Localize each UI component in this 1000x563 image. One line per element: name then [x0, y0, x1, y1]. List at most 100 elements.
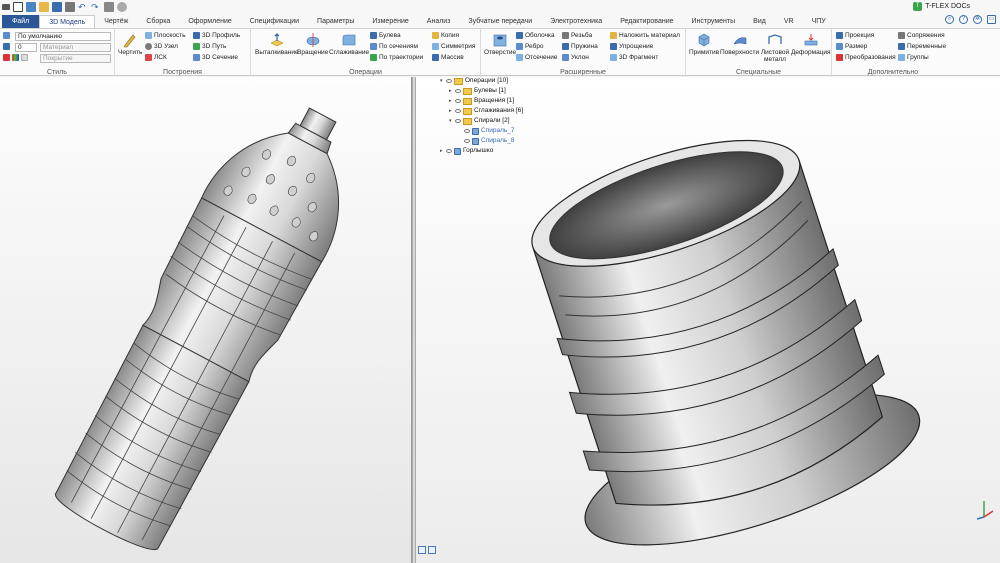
undo-icon[interactable]: ↶	[78, 2, 88, 12]
bottle-model[interactable]	[0, 77, 412, 563]
tab-4[interactable]: Оформление	[179, 15, 240, 28]
primitives-button[interactable]: Примитив	[689, 32, 719, 56]
tree-item[interactable]: ▸ Горлышко	[440, 146, 523, 156]
symmetry-button[interactable]: Симметрия	[432, 43, 475, 50]
transform-button[interactable]: Преобразования	[836, 54, 896, 61]
color-icons[interactable]	[3, 54, 28, 61]
visibility-icon[interactable]	[464, 139, 470, 143]
draw-button[interactable]: Чертить	[118, 32, 142, 56]
tab-15[interactable]: ЧПУ	[803, 15, 835, 28]
coating-combo[interactable]: Покрытие	[40, 54, 111, 63]
tab-9[interactable]: Зубчатые передачи	[459, 15, 541, 28]
simplify-button[interactable]: Упрощение	[610, 43, 653, 50]
sections-button[interactable]: По сечениям	[370, 43, 418, 50]
tree-item[interactable]: ▸ Вращения [1]	[440, 96, 523, 106]
layout-split-icon[interactable]	[428, 546, 436, 554]
material-combo[interactable]: Материал	[40, 43, 111, 52]
cut-button[interactable]: Отсечение	[516, 54, 557, 61]
style-preset-icon[interactable]	[3, 32, 10, 39]
spring-button[interactable]: Пружина	[562, 43, 598, 50]
tab-13[interactable]: Вид	[744, 15, 775, 28]
section3d-button[interactable]: 3D Сечение	[193, 54, 238, 61]
plane-button[interactable]: Плоскость	[145, 32, 186, 39]
tree-item-label: Булевы [1]	[474, 87, 506, 94]
tab-5[interactable]: Спецификации	[241, 15, 308, 28]
tree-item[interactable]: ▾ Операции [10]	[440, 76, 523, 86]
save-icon[interactable]	[52, 2, 62, 12]
deform-button[interactable]: Деформация	[791, 32, 831, 56]
tab-14[interactable]: VR	[775, 15, 803, 28]
visibility-icon[interactable]	[455, 119, 461, 123]
tree-item[interactable]: Спираль_8	[440, 136, 523, 146]
rib-button[interactable]: Ребро	[516, 43, 544, 50]
boolean-button[interactable]: Булева	[370, 32, 401, 39]
surfaces-button[interactable]: Поверхности	[720, 32, 759, 56]
gear-icon[interactable]: ✲	[973, 15, 982, 24]
spring-label: Пружина	[571, 43, 598, 50]
tab-3[interactable]: Сборка	[137, 15, 179, 28]
apply-material-button[interactable]: Наложить материал	[610, 32, 680, 39]
profile3d-button[interactable]: 3D Профиль	[193, 32, 240, 39]
shell-button[interactable]: Оболочка	[516, 32, 555, 39]
visibility-icon[interactable]	[455, 99, 461, 103]
new-3d-icon[interactable]	[26, 2, 36, 12]
tab-12[interactable]: Инструменты	[683, 15, 745, 28]
projection-button[interactable]: Проекция	[836, 32, 874, 39]
layer-combo[interactable]: 0	[15, 43, 37, 52]
array-button[interactable]: Массив	[432, 54, 464, 61]
array-label: Массив	[441, 54, 464, 61]
groups-label: Группы	[907, 54, 929, 61]
tree-item[interactable]: Спираль_7	[440, 126, 523, 136]
mates-button[interactable]: Сопряжения	[898, 32, 945, 39]
visibility-icon[interactable]	[455, 89, 461, 93]
variables-button[interactable]: Переменные	[898, 43, 946, 50]
tree-item[interactable]: ▾ Спирали [2]	[440, 116, 523, 126]
tab-10[interactable]: Электротехника	[541, 15, 611, 28]
print-icon[interactable]	[65, 2, 75, 12]
viewport-left[interactable]	[0, 77, 412, 563]
tab-0[interactable]: Файл	[2, 15, 40, 28]
search-icon[interactable]: ⌕	[945, 15, 954, 24]
slope-button[interactable]: Уклон	[562, 54, 589, 61]
visibility-icon[interactable]	[446, 79, 452, 83]
tree-item[interactable]: ▸ Сглаживания [6]	[440, 106, 523, 116]
layer-icon[interactable]	[3, 43, 10, 50]
smooth-button[interactable]: Сглаживание	[329, 32, 369, 56]
open-icon[interactable]	[39, 2, 49, 12]
group-advanced-title: Расширенные	[560, 69, 606, 76]
tools-icon[interactable]	[104, 2, 114, 12]
revolve-button[interactable]: Вращение	[297, 32, 328, 56]
tab-6[interactable]: Параметры	[308, 15, 363, 28]
tab-7[interactable]: Измерение	[363, 15, 417, 28]
tab-1[interactable]: 3D Модель	[39, 15, 96, 28]
fragment3d-button[interactable]: 3D Фрагмент	[610, 54, 658, 61]
size-button[interactable]: Размер	[836, 43, 867, 50]
visibility-icon[interactable]	[455, 109, 461, 113]
thread-button[interactable]: Резьба	[562, 32, 592, 39]
groups-button[interactable]: Группы	[898, 54, 929, 61]
copy-button[interactable]: Копия	[432, 32, 459, 39]
hole-button[interactable]: Отверстие	[484, 32, 516, 56]
tree-item[interactable]: ▸ Булевы [1]	[440, 86, 523, 96]
visibility-icon[interactable]	[446, 149, 452, 153]
visibility-icon[interactable]	[464, 129, 470, 133]
style-preset-combo[interactable]: По умолчанию	[15, 32, 111, 41]
tab-8[interactable]: Анализ	[418, 15, 460, 28]
lsk-button[interactable]: ЛСК	[145, 54, 167, 61]
section-label: 3D Сечение	[202, 54, 239, 61]
settings-icon[interactable]	[117, 2, 127, 12]
sheet-metal-button[interactable]: Листовой металл	[760, 32, 790, 63]
tab-2[interactable]: Чертёж	[95, 15, 137, 28]
path3d-button[interactable]: 3D Путь	[193, 43, 226, 50]
redo-icon[interactable]: ↷	[91, 2, 101, 12]
menu-icon[interactable]	[2, 4, 10, 10]
new-document-icon[interactable]	[13, 2, 23, 12]
help-icon[interactable]: ?	[959, 15, 968, 24]
trajectory-button[interactable]: По траектории	[370, 54, 423, 61]
window-icon[interactable]: ▭	[987, 15, 996, 24]
tab-11[interactable]: Редактирование	[611, 15, 682, 28]
node3d-button[interactable]: 3D Узел	[145, 43, 178, 50]
tflex-docs-indicator[interactable]: T T-FLEX DOCs	[913, 2, 970, 11]
layout-single-icon[interactable]	[418, 546, 426, 554]
extrude-button[interactable]: Выталкивание	[255, 32, 299, 56]
